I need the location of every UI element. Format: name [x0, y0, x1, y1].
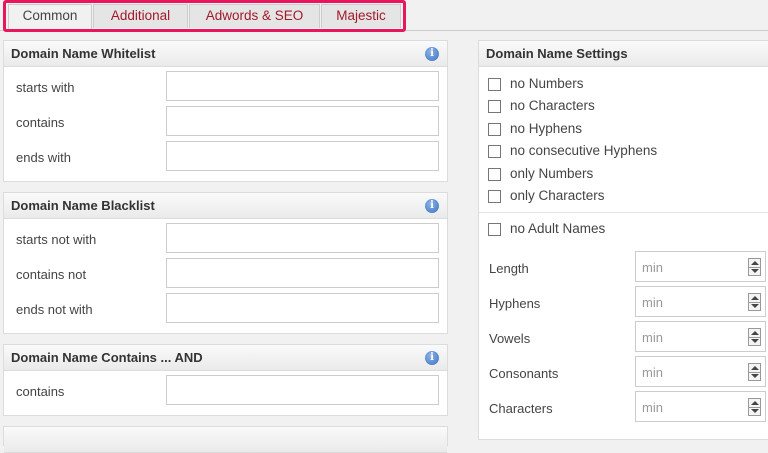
blacklist-row-contains: contains not [4, 258, 447, 289]
whitelist-title: Domain Name Whitelist [11, 46, 156, 61]
vowels-row: Vowels min [479, 321, 768, 352]
contains-and-row: contains [4, 375, 447, 406]
contains-and-input[interactable] [166, 375, 439, 405]
checkbox-label: only Numbers [510, 166, 594, 181]
placeholder: min [642, 260, 663, 275]
whitelist-row-ends: ends with [4, 141, 447, 172]
whitelist-row-contains: contains [4, 106, 447, 137]
divider [479, 212, 768, 213]
consonants-row: Consonants min [479, 356, 768, 387]
starts-not-with-label: starts not with [16, 232, 97, 247]
checkbox[interactable] [488, 168, 501, 181]
characters-label: Characters [489, 401, 553, 416]
placeholder: min [642, 295, 663, 310]
checkbox-no-adult-names[interactable]: no Adult Names [488, 221, 768, 239]
contains-input[interactable] [166, 106, 439, 136]
vowels-min-input[interactable]: min [635, 321, 766, 352]
checkbox[interactable] [488, 100, 501, 113]
checkbox[interactable] [488, 223, 501, 236]
vowels-label: Vowels [489, 331, 531, 346]
ends-with-input[interactable] [166, 141, 439, 171]
checkbox-label: no Adult Names [510, 221, 606, 236]
blacklist-title: Domain Name Blacklist [11, 198, 155, 213]
checkbox[interactable] [488, 190, 501, 203]
starts-with-label: starts with [16, 80, 75, 95]
tabs-highlight-box [3, 0, 406, 32]
consonants-label: Consonants [489, 366, 559, 381]
length-label: Length [489, 261, 529, 276]
contains-not-label: contains not [16, 267, 87, 282]
settings-title: Domain Name Settings [486, 46, 628, 61]
next-panel-header [4, 427, 447, 453]
spinner-icon[interactable] [748, 293, 761, 311]
checkbox-only-numbers[interactable]: only Numbers [488, 166, 768, 184]
spinner-icon[interactable] [748, 398, 761, 416]
contains-and-title: Domain Name Contains ... AND [11, 350, 203, 365]
ends-not-with-input[interactable] [166, 293, 439, 323]
checkbox-label: no Characters [510, 98, 595, 113]
starts-with-input[interactable] [166, 71, 439, 101]
checkbox[interactable] [488, 123, 501, 136]
consonants-min-input[interactable]: min [635, 356, 766, 387]
whitelist-panel: Domain Name Whitelist i starts with cont… [3, 40, 448, 182]
spinner-icon[interactable] [748, 363, 761, 381]
checkbox[interactable] [488, 145, 501, 158]
ends-not-with-label: ends not with [16, 302, 93, 317]
ends-with-label: ends with [16, 150, 71, 165]
info-icon[interactable]: i [425, 47, 439, 61]
settings-panel: Domain Name Settings no Numbers no Chara… [478, 40, 768, 440]
contains-and-panel-header: Domain Name Contains ... AND i [4, 345, 447, 371]
characters-row: Characters min [479, 391, 768, 422]
length-min-input[interactable]: min [635, 251, 766, 282]
blacklist-row-starts: starts not with [4, 223, 447, 254]
blacklist-row-ends: ends not with [4, 293, 447, 324]
spinner-icon[interactable] [748, 328, 761, 346]
spinner-icon[interactable] [748, 258, 761, 276]
info-icon[interactable]: i [425, 199, 439, 213]
starts-not-with-input[interactable] [166, 223, 439, 253]
checkbox-label: no consecutive Hyphens [510, 143, 658, 158]
blacklist-panel-header: Domain Name Blacklist i [4, 193, 447, 219]
whitelist-row-starts: starts with [4, 71, 447, 102]
hyphens-row: Hyphens min [479, 286, 768, 317]
checkbox-only-characters[interactable]: only Characters [488, 188, 768, 206]
checkbox-no-hyphens[interactable]: no Hyphens [488, 121, 768, 139]
placeholder: min [642, 365, 663, 380]
contains-not-input[interactable] [166, 258, 439, 288]
hyphens-label: Hyphens [489, 296, 541, 311]
contains-and-label: contains [16, 384, 65, 399]
contains-label: contains [16, 115, 65, 130]
characters-min-input[interactable]: min [635, 391, 766, 422]
checkbox-no-consecutive-hyphens[interactable]: no consecutive Hyphens [488, 143, 768, 161]
blacklist-panel: Domain Name Blacklist i starts not with … [3, 192, 448, 334]
next-panel-partial [3, 426, 448, 453]
checkbox[interactable] [488, 78, 501, 91]
placeholder: min [642, 330, 663, 345]
hyphens-min-input[interactable]: min [635, 286, 766, 317]
placeholder: min [642, 400, 663, 415]
checkbox-label: only Characters [510, 188, 605, 203]
length-row: Length min [479, 251, 768, 282]
contains-and-panel: Domain Name Contains ... AND i contains [3, 344, 448, 416]
checkbox-no-numbers[interactable]: no Numbers [488, 76, 768, 94]
checkbox-label: no Numbers [510, 76, 584, 91]
checkbox-label: no Hyphens [510, 121, 583, 136]
tab-bar: Common Additional Adwords & SEO Majestic [0, 0, 768, 32]
settings-panel-header: Domain Name Settings [479, 41, 768, 67]
whitelist-panel-header: Domain Name Whitelist i [4, 41, 447, 67]
checkbox-no-characters[interactable]: no Characters [488, 98, 768, 116]
info-icon[interactable]: i [425, 351, 439, 365]
